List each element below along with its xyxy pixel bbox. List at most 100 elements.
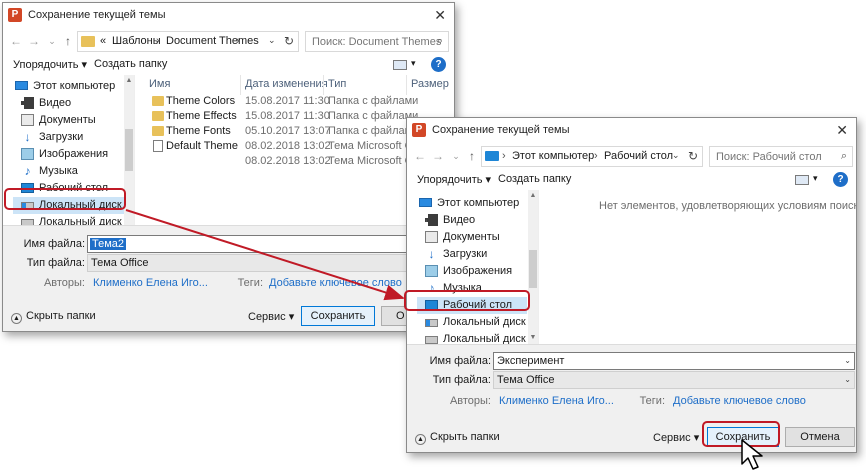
tags-value[interactable]: Добавьте ключевое слово (673, 395, 806, 407)
chevron-down-icon[interactable]: ⌄ (844, 356, 851, 365)
cancel-button[interactable]: Отмена (785, 427, 855, 447)
view-options-icon[interactable] (393, 60, 407, 70)
tree-item-label: Локальный диск (D:) (39, 216, 135, 225)
refresh-icon[interactable]: ↻ (688, 149, 698, 163)
scroll-up-arrow-icon[interactable]: ▲ (528, 190, 538, 202)
filename-field[interactable]: ⌄ (493, 352, 855, 370)
organize-button[interactable]: Упорядочить ▾ (13, 58, 87, 71)
organize-label: Упорядочить (417, 174, 483, 186)
address-bar[interactable]: « Шаблоны › Document Themes › ⌄ ↻ (77, 31, 299, 52)
forward-arrow-icon[interactable]: → (431, 149, 445, 163)
refresh-icon[interactable]: ↻ (284, 34, 294, 48)
column-divider[interactable] (240, 75, 241, 95)
authors-value[interactable]: Клименко Елена Иго... (93, 277, 208, 289)
breadcrumb-item-this-pc[interactable]: Этот компьютер (512, 150, 594, 162)
window-title: Сохранение текущей темы (28, 9, 166, 21)
scrollbar-thumb[interactable] (529, 250, 537, 288)
file-name: Theme Colors (166, 95, 236, 107)
breadcrumb-item-desktop[interactable]: Рабочий стол (604, 150, 673, 162)
address-bar[interactable]: › Этот компьютер › Рабочий стол ⌄ ↻ (481, 146, 703, 167)
search-icon[interactable]: ⌕ (437, 35, 443, 48)
help-icon[interactable]: ? (833, 172, 848, 187)
chevron-down-icon[interactable]: ▾ (411, 58, 416, 69)
filename-input[interactable] (494, 353, 854, 369)
file-name: Theme Effects (166, 110, 237, 122)
chevron-down-icon[interactable]: ⌄ (672, 150, 680, 161)
column-divider[interactable] (406, 75, 407, 95)
file-date: 15.08.2017 11:30 (245, 110, 330, 122)
chevron-down-icon[interactable]: ▾ (813, 173, 818, 184)
download-icon: ↓ (428, 247, 435, 261)
column-divider[interactable] (323, 75, 324, 95)
folder-icon (152, 96, 164, 106)
search-input[interactable] (710, 147, 852, 166)
breadcrumb-item-templates[interactable]: Шаблоны (112, 35, 161, 47)
organize-button[interactable]: Упорядочить ▾ (417, 173, 491, 186)
toolbar: Упорядочить ▾ Создать папку ▾ ? (407, 170, 856, 190)
up-arrow-icon[interactable]: ↑ (61, 34, 75, 48)
search-box[interactable]: ⌕ (709, 146, 853, 167)
hide-folders-button[interactable]: ▲ Скрыть папки (11, 310, 96, 324)
recent-chevron-icon[interactable]: ⌄ (45, 34, 59, 48)
tree-scrollbar[interactable]: ▲ ▼ (528, 190, 538, 344)
powerpoint-icon: P (412, 123, 426, 137)
column-header-date[interactable]: Дата изменения (245, 78, 328, 90)
column-header-name[interactable]: Имя (149, 78, 170, 90)
search-icon[interactable]: ⌕ (841, 150, 847, 163)
back-arrow-icon[interactable]: ← (413, 149, 427, 163)
filename-value[interactable]: Тема2 (90, 238, 127, 250)
up-arrow-icon[interactable]: ↑ (465, 149, 479, 163)
monitor-icon (485, 151, 499, 161)
recent-chevron-icon[interactable]: ⌄ (449, 149, 463, 163)
document-icon (21, 114, 34, 126)
chevron-down-icon[interactable]: ⌄ (844, 375, 851, 384)
column-header-size[interactable]: Размер (411, 78, 449, 90)
hide-folders-button[interactable]: ▲ Скрыть папки (415, 431, 500, 445)
chevron-right-icon[interactable]: › (594, 150, 598, 162)
scrollbar-thumb[interactable] (125, 129, 133, 171)
folder-icon (152, 111, 164, 121)
close-icon[interactable]: ✕ (434, 7, 446, 23)
chevron-right-icon[interactable]: › (236, 35, 240, 47)
view-options-icon[interactable] (795, 175, 809, 185)
authors-value[interactable]: Клименко Елена Иго... (499, 395, 614, 407)
scroll-up-arrow-icon[interactable]: ▲ (124, 75, 134, 87)
new-folder-button[interactable]: Создать папку (498, 173, 571, 185)
image-icon (21, 148, 34, 160)
chevron-right-icon[interactable]: › (156, 35, 160, 47)
search-input[interactable] (306, 32, 448, 51)
window-title: Сохранение текущей темы (432, 124, 570, 136)
service-button[interactable]: Сервис ▾ (653, 431, 699, 444)
new-folder-button[interactable]: Создать папку (94, 58, 167, 70)
file-list: Нет элементов, удовлетворяющих условиям … (541, 190, 856, 344)
search-box[interactable]: ⌕ (305, 31, 449, 52)
column-header-type[interactable]: Тип (328, 78, 346, 90)
tree-item-label: Видео (39, 97, 72, 109)
file-date: 08.02.2018 13:02 (245, 155, 331, 167)
back-arrow-icon[interactable]: ← (9, 34, 23, 48)
file-row[interactable]: Theme Colors 15.08.2017 11:30 Папка с фа… (137, 94, 454, 109)
service-button[interactable]: Сервис ▾ (248, 310, 294, 323)
filename-field[interactable]: Тема2 (87, 235, 453, 253)
save-button[interactable]: Сохранить (301, 306, 375, 326)
chevron-down-icon[interactable]: ⌄ (268, 35, 276, 46)
breadcrumb-item-document-themes[interactable]: Document Themes (166, 35, 259, 47)
file-type: Папка с файлами (328, 125, 419, 137)
filename-label: Имя файла: (23, 238, 85, 250)
close-icon[interactable]: ✕ (836, 122, 848, 138)
tree-item-label: Видео (443, 214, 476, 226)
tree-item-label: Локальный диск (D:) (443, 333, 539, 344)
video-icon (425, 214, 438, 226)
filetype-select[interactable]: Тема Office ⌄ (493, 371, 855, 389)
tree-item-label: Документы (443, 231, 500, 243)
chevron-right-icon[interactable]: › (502, 150, 506, 162)
filetype-select[interactable]: Тема Office (87, 254, 453, 272)
organize-label: Упорядочить (13, 59, 79, 71)
forward-arrow-icon[interactable]: → (27, 34, 41, 48)
file-date: 05.10.2017 13:07 (245, 125, 331, 137)
tags-value[interactable]: Добавьте ключевое слово (269, 277, 402, 289)
navigation-pane: Этот компьютер Видео Документы ↓ Загрузки… (407, 190, 539, 344)
help-icon[interactable]: ? (431, 57, 446, 72)
tree-item-label: Локальный диск (C:) (443, 316, 539, 328)
scroll-down-arrow-icon[interactable]: ▼ (528, 332, 538, 344)
